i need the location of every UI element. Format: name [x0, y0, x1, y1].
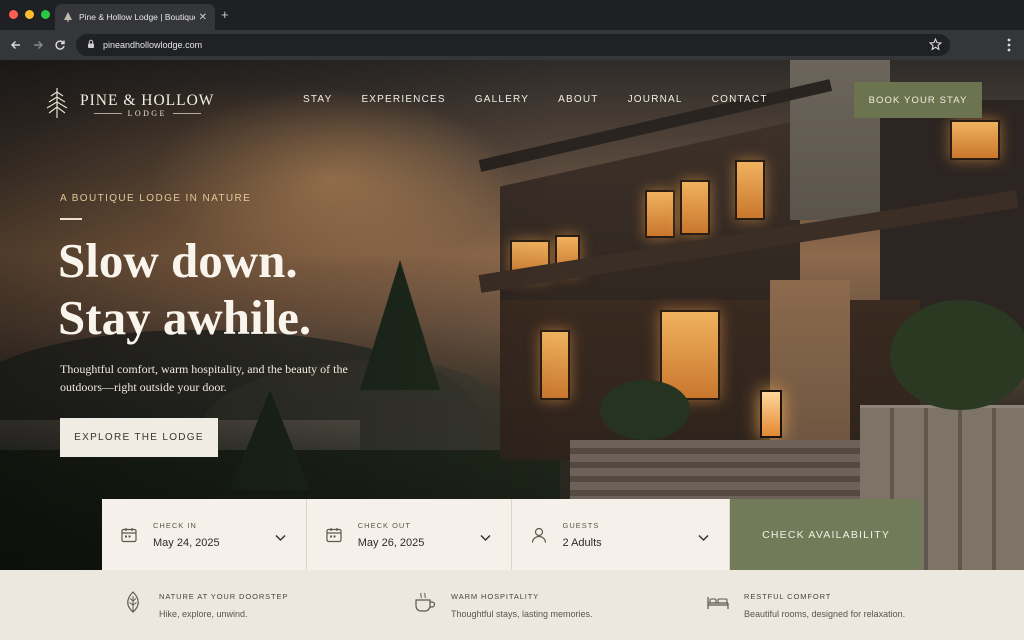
hero-section: PINE & HOLLOW LODGE STAY EXPERIENCES GAL…: [0, 60, 1024, 570]
pine-favicon-icon: [63, 12, 73, 22]
booking-widget: CHECK IN May 24, 2025 CHECK OUT May 26, …: [102, 499, 922, 570]
hero-headline: Slow down. Stay awhile.: [58, 232, 478, 346]
feature-description: Hike, explore, unwind.: [159, 609, 248, 619]
address-bar[interactable]: pineandhollowlodge.com: [76, 34, 950, 56]
calendar-icon: [325, 526, 343, 544]
minimize-window-button[interactable]: [25, 10, 34, 19]
check-in-value: May 24, 2025: [153, 536, 220, 549]
close-tab-icon[interactable]: ✕: [199, 12, 207, 23]
eyebrow-divider: [60, 218, 82, 220]
url-text: pineandhollowlodge.com: [103, 40, 203, 50]
leaf-icon: [121, 590, 145, 614]
feature-title: NATURE AT YOUR DOORSTEP: [159, 592, 289, 601]
feature-item: RESTFUL COMFORT Beautiful rooms, designe…: [706, 590, 905, 619]
chevron-down-icon[interactable]: [479, 529, 491, 547]
coffee-cup-icon: [413, 590, 437, 614]
check-in-field[interactable]: CHECK IN May 24, 2025: [102, 499, 307, 570]
chevron-down-icon[interactable]: [698, 529, 709, 547]
check-in-label: CHECK IN: [153, 520, 197, 530]
reload-icon[interactable]: [52, 37, 68, 53]
nav-link-contact[interactable]: CONTACT: [712, 94, 768, 105]
check-availability-button[interactable]: CHECK AVAILABILITY: [730, 499, 922, 570]
check-out-value: May 26, 2025: [357, 536, 425, 549]
check-out-label: CHECK OUT: [357, 520, 411, 530]
tab-title: Pine & Hollow Lodge | Boutique: [79, 12, 195, 22]
lodge-image: [478, 60, 1024, 570]
calendar-icon: [120, 526, 138, 544]
browser-tab-bar: Pine & Hollow Lodge | Boutique ✕ +: [0, 0, 1024, 30]
maximize-window-button[interactable]: [41, 10, 50, 19]
nav-link-journal[interactable]: JOURNAL: [628, 94, 683, 105]
nav-link-experiences[interactable]: EXPERIENCES: [361, 94, 445, 105]
chevron-down-icon[interactable]: [275, 529, 286, 547]
window-controls: [9, 10, 50, 19]
nav-link-stay[interactable]: STAY: [303, 94, 332, 105]
headline-line-2: Stay awhile.: [58, 290, 312, 345]
brand-name: PINE & HOLLOW: [80, 92, 215, 109]
nav-link-gallery[interactable]: GALLERY: [475, 94, 529, 105]
browser-tab[interactable]: Pine & Hollow Lodge | Boutique ✕: [55, 4, 215, 30]
feature-description: Thoughtful stays, lasting memories.: [451, 609, 593, 619]
browser-toolbar: pineandhollowlodge.com: [0, 30, 1024, 60]
nav-link-about[interactable]: ABOUT: [558, 94, 598, 105]
hero-eyebrow: A BOUTIQUE LODGE IN NATURE: [60, 193, 252, 204]
guests-label: GUESTS: [562, 520, 600, 530]
hero-subtext: Thoughtful comfort, warm hospitality, an…: [60, 362, 348, 394]
brand-subtitle: LODGE: [80, 109, 214, 118]
pine-leaf-logo-icon: [42, 86, 72, 125]
book-your-stay-button[interactable]: BOOK YOUR STAY: [854, 82, 982, 118]
bookmark-star-icon[interactable]: [928, 37, 943, 56]
guests-field[interactable]: GUESTS 2 Adults: [511, 499, 731, 570]
feature-title: RESTFUL COMFORT: [744, 592, 832, 601]
feature-title: WARM HOSPITALITY: [451, 592, 540, 601]
forward-arrow-icon[interactable]: [30, 37, 46, 53]
back-arrow-icon[interactable]: [8, 37, 24, 53]
feature-description: Beautiful rooms, designed for relaxation…: [744, 609, 906, 619]
check-out-field[interactable]: CHECK OUT May 26, 2025: [306, 499, 512, 570]
new-tab-button[interactable]: +: [221, 8, 229, 22]
feature-item: NATURE AT YOUR DOORSTEP Hike, explore, u…: [121, 590, 288, 619]
features-strip: NATURE AT YOUR DOORSTEP Hike, explore, u…: [0, 570, 1024, 640]
feature-item: WARM HOSPITALITY Thoughtful stays, lasti…: [413, 590, 593, 619]
browser-menu-icon[interactable]: [1002, 37, 1016, 58]
person-icon: [530, 526, 548, 544]
site-logo[interactable]: PINE & HOLLOW LODGE: [42, 86, 214, 125]
main-navigation: STAY EXPERIENCES GALLERY ABOUT JOURNAL C…: [303, 94, 768, 105]
headline-line-1: Slow down.: [58, 233, 298, 288]
guests-value: 2 Adults: [562, 536, 602, 549]
explore-the-lodge-button[interactable]: EXPLORE THE LODGE: [60, 418, 218, 457]
site-info-icon[interactable]: [86, 36, 96, 54]
bed-icon: [706, 590, 730, 614]
close-window-button[interactable]: [9, 10, 18, 19]
